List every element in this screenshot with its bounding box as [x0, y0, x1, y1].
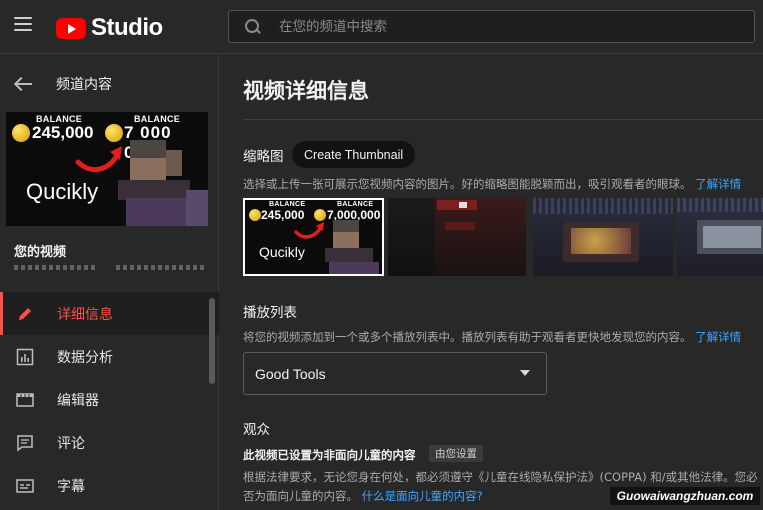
main-content: 视频详细信息 缩略图 Create Thumbnail 选择或上传一张可展示您视…: [220, 55, 763, 510]
back-to-channel-content[interactable]: 频道内容: [0, 70, 219, 98]
blurred-video-title: [14, 265, 96, 270]
sidebar-item-comments[interactable]: 评论: [0, 421, 219, 464]
site-watermark: Guowaiwangzhuan.com: [610, 487, 760, 505]
blurred-person-image: [325, 220, 382, 274]
back-label: 频道内容: [56, 77, 112, 93]
sidebar-item-analytics[interactable]: 数据分析: [0, 335, 219, 378]
blurred-person-image: [118, 140, 208, 226]
logo-text: Studio: [91, 14, 163, 41]
thumbnail-learn-more-link[interactable]: 了解详情: [695, 177, 741, 191]
red-curved-arrow-icon: [294, 222, 324, 239]
thumbnail-option[interactable]: [435, 198, 526, 276]
top-header: Studio: [0, 0, 763, 54]
pencil-icon: [16, 305, 34, 323]
coin-icon: [12, 124, 30, 142]
bar-chart-icon: [16, 348, 34, 366]
audience-status: 此视频已设置为非面向儿童的内容: [243, 448, 416, 462]
balance-label: BALANCE: [269, 201, 306, 208]
blurred-video-title: [116, 265, 204, 270]
audience-legal-text-2: 否为面向儿童的内容。 什么是面向儿童的内容?: [243, 488, 483, 504]
create-thumbnail-button[interactable]: Create Thumbnail: [292, 141, 416, 168]
sidebar-nav: 详细信息 数据分析 编辑器 评论 字幕: [0, 292, 219, 507]
made-for-kids-help-link[interactable]: 什么是面向儿童的内容?: [362, 489, 483, 503]
video-thumbnail-preview[interactable]: BALANCE 245,000 BALANCE 7 000 000 Qucikl…: [6, 112, 208, 226]
sidebar-item-label: 评论: [57, 435, 85, 452]
dropdown-arrow-icon: [520, 370, 530, 376]
playlist-select[interactable]: Good Tools: [243, 352, 547, 395]
sidebar-item-editor[interactable]: 编辑器: [0, 378, 219, 421]
title-divider: [243, 119, 763, 120]
youtube-play-icon: [56, 17, 86, 39]
search-input[interactable]: [279, 18, 709, 35]
audience-legal-prefix: 否为面向儿童的内容。: [243, 489, 358, 503]
thumbnail-description: 选择或上传一张可展示您视频内容的图片。好的缩略图能脱颖而出，吸引观看者的眼球。 …: [243, 176, 741, 192]
hamburger-menu-icon[interactable]: [14, 17, 32, 31]
thumbnail-option[interactable]: [533, 198, 673, 276]
thumbnail-overlay-text: Qucikly: [259, 244, 305, 260]
sidebar-item-label: 编辑器: [57, 392, 99, 409]
thumbnail-option[interactable]: [677, 198, 763, 276]
audience-legal-text: 根据法律要求，无论您身在何处，都必须遵守《儿童在线隐私保护法》(COPPA) 和…: [243, 470, 758, 484]
subtitles-icon: [16, 477, 34, 495]
thumbnail-option-selected[interactable]: BALANCE 245,000 BALANCE 7,000,000 Qucikl…: [243, 198, 384, 276]
page-title: 视频详细信息: [243, 79, 369, 103]
thumbnail-overlay-text: Qucikly: [26, 179, 99, 204]
channel-search-box[interactable]: [228, 10, 755, 43]
comment-icon: [16, 434, 34, 452]
youtube-studio-logo[interactable]: Studio: [56, 14, 163, 42]
thumbnail-option[interactable]: [388, 198, 435, 276]
search-icon[interactable]: [245, 18, 261, 35]
balance-label: BALANCE: [337, 201, 374, 208]
back-arrow-icon[interactable]: [14, 77, 32, 91]
coin-icon: [249, 209, 261, 221]
audience-section-title: 观众: [243, 422, 270, 438]
sidebar-scrollbar[interactable]: [209, 298, 215, 384]
set-by-you-badge: 由您设置: [429, 445, 483, 462]
thumbnail-options: BALANCE 245,000 BALANCE 7,000,000 Qucikl…: [243, 198, 763, 276]
thumbnail-description-text: 选择或上传一张可展示您视频内容的图片。好的缩略图能脱颖而出，吸引观看者的眼球。: [243, 177, 692, 191]
sidebar-item-details[interactable]: 详细信息: [0, 292, 219, 335]
left-sidebar: 频道内容 BALANCE 245,000 BALANCE 7 000 000 Q…: [0, 55, 219, 510]
sidebar-item-subtitles[interactable]: 字幕: [0, 464, 219, 507]
film-editor-icon: [16, 391, 34, 409]
sidebar-item-label: 详细信息: [57, 306, 113, 323]
playlist-section-title: 播放列表: [243, 305, 297, 321]
sidebar-item-label: 字幕: [57, 478, 85, 495]
your-video-label: 您的视频: [14, 245, 67, 260]
thumbnail-section-title: 缩略图: [243, 149, 284, 165]
playlist-description-text: 将您的视频添加到一个或多个播放列表中。播放列表有助于观看者更快地发现您的内容。: [243, 330, 692, 344]
sidebar-item-label: 数据分析: [57, 349, 113, 366]
playlist-selected-value: Good Tools: [255, 365, 326, 382]
playlist-learn-more-link[interactable]: 了解详情: [695, 330, 741, 344]
playlist-description: 将您的视频添加到一个或多个播放列表中。播放列表有助于观看者更快地发现您的内容。 …: [243, 329, 741, 345]
